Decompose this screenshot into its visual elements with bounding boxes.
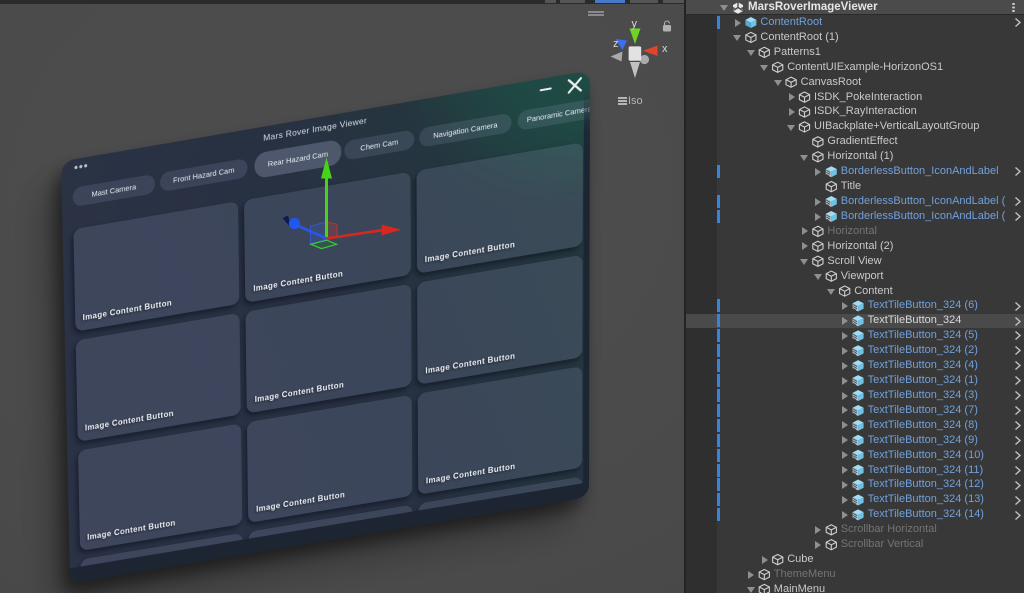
svg-text:y: y bbox=[632, 18, 638, 30]
svg-text:z: z bbox=[613, 38, 619, 50]
svg-text:x: x bbox=[662, 43, 668, 55]
